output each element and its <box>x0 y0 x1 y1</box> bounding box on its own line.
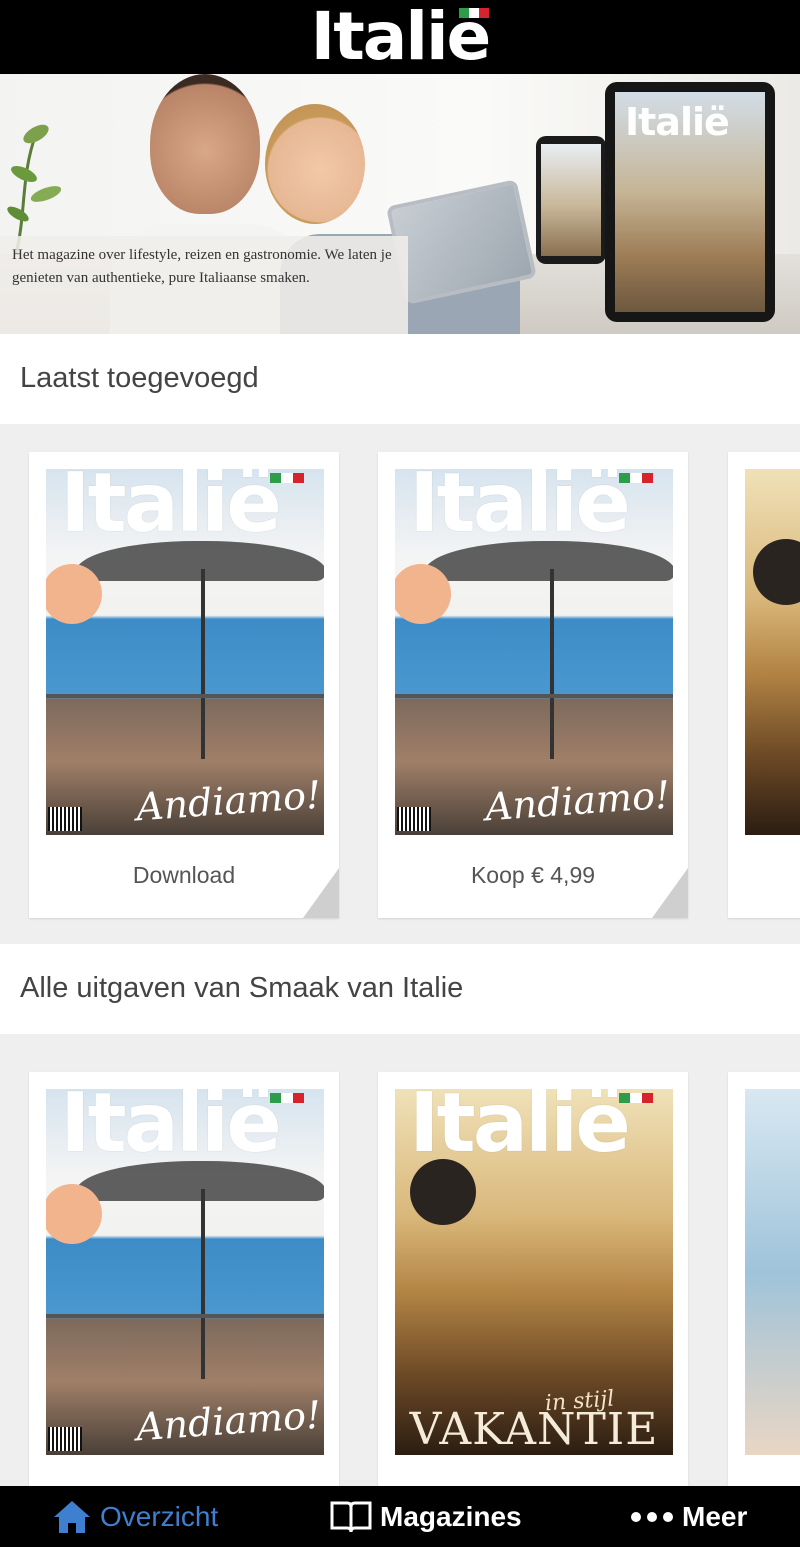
corner-fold-icon <box>652 868 688 918</box>
magazine-cover[interactable] <box>745 1089 800 1455</box>
all-issues-carousel[interactable]: Italië Andiamo! Italië in stijl VAKANTIE <box>0 1034 800 1486</box>
cover-logo: Italië <box>60 469 282 551</box>
cover-railing <box>395 694 673 698</box>
italian-flag-icon <box>619 473 653 483</box>
tablet-device: Italië <box>605 82 775 322</box>
home-icon <box>54 1500 90 1533</box>
app-header: Italië <box>0 0 800 74</box>
book-icon <box>330 1501 372 1532</box>
more-dots-icon <box>631 1511 673 1522</box>
section-title-latest: Laatst toegevoegd <box>20 362 259 394</box>
cover-headline: Andiamo! <box>483 772 672 830</box>
phone-device <box>536 136 606 264</box>
nav-item-meer[interactable]: Meer <box>630 1486 747 1547</box>
cover-badge <box>395 564 451 624</box>
cover-badge <box>753 539 800 605</box>
hero-banner[interactable]: Italië Het magazine over lifestyle, reiz… <box>0 74 800 334</box>
magazine-card-partial[interactable] <box>728 1072 800 1486</box>
nav-label: Magazines <box>380 1500 522 1532</box>
cover-badge <box>46 1184 102 1244</box>
cover-logo: Italië <box>409 469 631 551</box>
corner-fold-icon <box>303 868 339 918</box>
magazine-cover[interactable]: Italië Andiamo! <box>46 469 324 835</box>
cover-headline: VAKANTIE <box>409 1404 659 1455</box>
magazine-card[interactable]: Italië Andiamo! Koop € 4,99 <box>378 452 688 918</box>
magazine-card[interactable]: Italië Andiamo! Download <box>29 452 339 918</box>
magazine-card[interactable]: Italië in stijl VAKANTIE <box>378 1072 688 1486</box>
nav-label: Meer <box>682 1500 748 1532</box>
section-title-all: Alle uitgaven van Smaak van Italie <box>20 972 464 1004</box>
man-head <box>150 74 260 214</box>
magazine-cover[interactable]: Italië Andiamo! <box>46 1089 324 1455</box>
hero-caption: Het magazine over lifestyle, reizen en g… <box>0 236 408 334</box>
cover-badge <box>46 564 102 624</box>
woman-head <box>265 104 365 224</box>
cover-railing <box>46 694 324 698</box>
cover-logo: Italië <box>60 1089 282 1171</box>
italian-flag-icon <box>270 473 304 483</box>
bottom-navigation: Overzicht Magazines Meer <box>0 1486 800 1547</box>
cover-headline: Andiamo! <box>134 1392 323 1450</box>
italian-flag-icon <box>619 1093 653 1103</box>
buy-button[interactable]: Koop € 4,99 <box>378 862 688 889</box>
italian-flag-icon <box>459 8 490 18</box>
cover-railing <box>46 1314 324 1318</box>
barcode-icon <box>48 1427 82 1451</box>
tablet-cover-logo: Italië <box>625 100 730 144</box>
download-button[interactable]: Download <box>29 862 339 889</box>
magazine-cover[interactable] <box>745 469 800 835</box>
cover-logo: Italië <box>409 1089 631 1171</box>
barcode-icon <box>397 807 431 831</box>
italian-flag-icon <box>270 1093 304 1103</box>
plant-decoration <box>7 124 62 254</box>
nav-label: Overzicht <box>100 1500 219 1532</box>
magazine-card-partial[interactable] <box>728 452 800 918</box>
nav-item-overzicht[interactable]: Overzicht <box>52 1486 218 1547</box>
barcode-icon <box>48 807 82 831</box>
magazine-cover[interactable]: Italië Andiamo! <box>395 469 673 835</box>
cover-pole <box>201 1189 205 1379</box>
cover-pole <box>201 569 205 759</box>
cover-headline: Andiamo! <box>134 772 323 830</box>
app-logo: Italië <box>311 4 492 70</box>
magazine-card[interactable]: Italië Andiamo! <box>29 1072 339 1486</box>
magazine-cover[interactable]: Italië in stijl VAKANTIE <box>395 1089 673 1455</box>
latest-carousel[interactable]: Italië Andiamo! Download Italië Andiamo!… <box>0 424 800 944</box>
cover-pole <box>550 569 554 759</box>
nav-item-magazines[interactable]: Magazines <box>330 1486 522 1547</box>
